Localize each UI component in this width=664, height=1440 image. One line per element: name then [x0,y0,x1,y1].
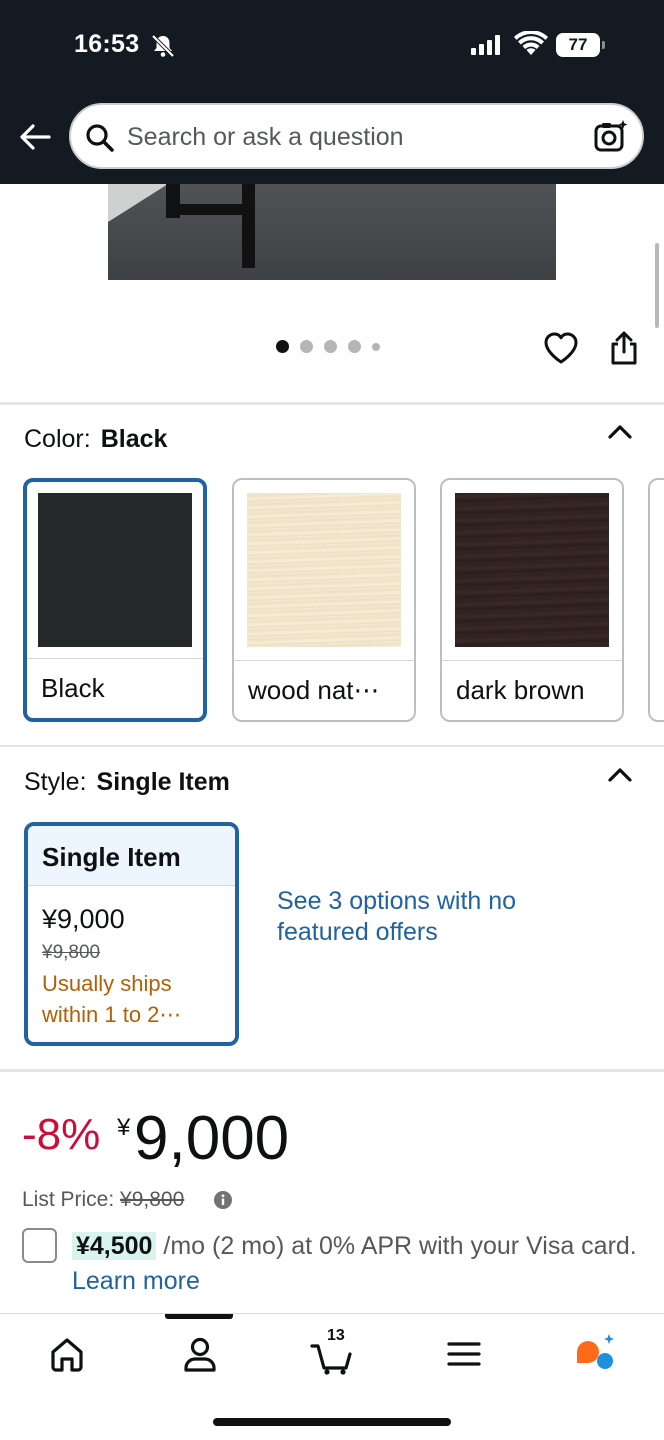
table-rail [166,204,254,215]
color-label: Color: [24,425,91,453]
list-price-value: ¥9,800 [120,1188,185,1211]
image-wall-corner [108,184,168,222]
style-selected-value: Single Item [96,768,230,796]
back-arrow-icon[interactable] [18,120,52,154]
product-image[interactable] [108,184,556,280]
carousel-dot[interactable] [348,340,361,353]
section-divider [0,402,664,405]
color-option-label: Black [27,658,203,718]
camera-search-icon[interactable] [593,119,629,160]
menu-icon[interactable] [442,1332,486,1376]
section-divider [0,745,664,747]
carousel-dot[interactable] [300,340,313,353]
price-amount: 9,000 [134,1104,290,1173]
account-icon[interactable] [178,1332,222,1376]
wifi-icon [514,30,548,62]
color-option-wood-natural[interactable]: wood nat⋯ [232,478,416,722]
heart-icon[interactable] [543,331,579,370]
home-icon[interactable] [45,1332,89,1376]
image-carousel-dots [276,340,380,353]
color-swatch-image [455,493,609,647]
learn-more-link[interactable]: Learn more [72,1267,200,1295]
home-indicator-bar[interactable] [213,1418,451,1426]
active-tab-indicator [165,1314,233,1319]
rufus-assistant-icon[interactable] [574,1332,618,1376]
style-option-shipping: Usually ships within 1 to 2⋯ [42,971,182,1027]
discount-percent: -8% [22,1110,101,1159]
battery-indicator: 77 [556,33,600,57]
search-icon [85,123,115,158]
installment-amount: ¥4,500 [72,1232,157,1260]
installment-text: /mo (2 mo) at 0% APR with your Visa card… [156,1232,637,1260]
installment-offer: ¥4,500 /mo (2 mo) at 0% APR with your Vi… [72,1229,652,1299]
color-option-dark-brown[interactable]: dark brown [440,478,624,722]
scrollbar[interactable] [655,243,659,328]
top-header: 16:53 77 [0,0,664,184]
carousel-dot[interactable] [324,340,337,353]
style-option-list-price: ¥9,800 [42,942,101,963]
list-price: List Price: ¥9,800 [22,1188,184,1212]
color-selected-value: Black [100,425,168,453]
section-divider [0,1069,664,1072]
battery-cap [602,41,605,49]
style-label: Style: [24,768,87,796]
see-options-link[interactable]: See 3 options with no featured offers [277,886,517,948]
status-time: 16:53 [74,30,140,58]
list-price-label: List Price: [22,1188,115,1211]
style-option-single-item[interactable]: Single Item ¥9,000 ¥9,800 Usually ships … [24,822,239,1046]
style-row: Style: Single Item [24,768,230,797]
installment-checkbox[interactable] [22,1228,57,1263]
carousel-dot[interactable] [372,342,380,351]
share-icon[interactable] [609,330,639,371]
cellular-signal-icon [471,35,500,55]
chevron-up-icon[interactable] [606,765,634,790]
chevron-up-icon[interactable] [606,422,634,447]
search-bar[interactable] [69,103,644,169]
price-currency: ¥ [117,1114,131,1141]
style-option-price: ¥9,000 [42,904,125,934]
cart-count-badge: 13 [327,1327,345,1344]
color-option-label: wood nat⋯ [234,660,414,720]
color-option-more[interactable] [648,478,664,722]
color-swatch-image [38,493,192,647]
silent-mode-icon [150,33,176,64]
style-option-title: Single Item [28,826,235,886]
color-option-label: dark brown [442,660,622,720]
info-icon[interactable] [214,1191,232,1214]
carousel-dot[interactable] [276,340,289,353]
search-input[interactable] [127,117,567,157]
color-row: Color: Black [24,425,167,454]
table-leg [242,184,255,268]
color-swatch-image [247,493,401,647]
color-option-black[interactable]: Black [23,478,207,722]
